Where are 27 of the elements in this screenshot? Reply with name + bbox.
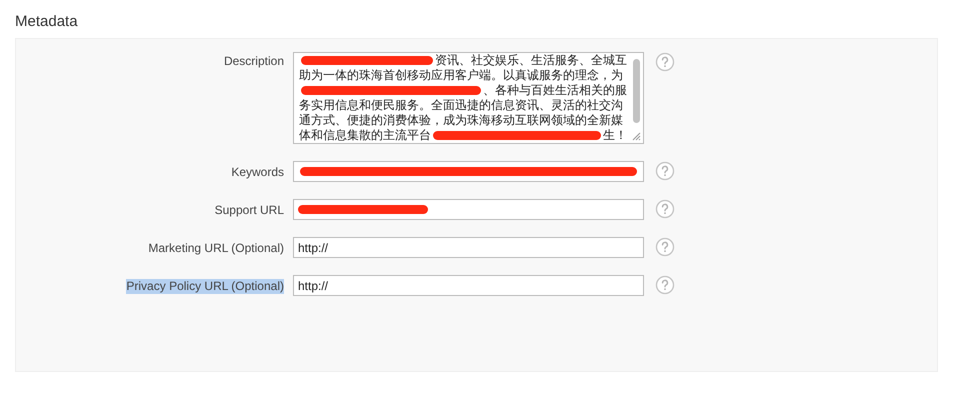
text-field[interactable]: http://	[293, 275, 644, 296]
field-text: 资讯、社交娱乐、生活服务、全城互	[435, 53, 627, 68]
field-text: http://	[298, 240, 328, 256]
field-label: Marketing URL (Optional)	[148, 241, 284, 256]
help-icon[interactable]	[655, 52, 675, 72]
field-label: Privacy Policy URL (Optional)	[126, 279, 284, 294]
help-icon[interactable]	[655, 199, 675, 219]
field-label: Description	[224, 54, 284, 69]
field-text: 助为一体的珠海首创移动应用客户端。以真诚服务的理念，为	[299, 68, 623, 83]
field-text: 务实用信息和便民服务。全面迅捷的信息资讯、灵活的社交沟	[299, 98, 623, 113]
field-label: Support URL	[214, 203, 284, 218]
help-icon[interactable]	[655, 237, 675, 257]
section-title: Metadata	[15, 12, 79, 32]
description-textarea[interactable]: 资讯、社交娱乐、生活服务、全城互 助为一体的珠海首创移动应用客户端。以真诚服务的理念，为 、各种与百姓生活相关的服 务实用信息和便民服务。全面迅捷的信息资讯、灵活的社交沟 通方式、便捷的消费体验，成为珠海移动互联网领域的全新媒 体和信息集散的主流平台 生！	[293, 52, 644, 144]
field-text: 、各种与百姓生活相关的服	[483, 83, 627, 98]
field-text: http://	[298, 278, 328, 294]
field-label: Keywords	[231, 165, 284, 180]
text-field[interactable]	[293, 199, 644, 220]
field-text: 体和信息集散的主流平台	[299, 128, 431, 143]
scrollbar-thumb[interactable]	[633, 59, 640, 123]
resize-handle-icon[interactable]	[632, 132, 641, 141]
field-text: 生！	[603, 128, 627, 143]
text-field[interactable]	[293, 161, 644, 182]
help-icon[interactable]	[655, 275, 675, 295]
field-text: 通方式、便捷的消费体验，成为珠海移动互联网领域的全新媒	[299, 113, 623, 128]
text-field[interactable]: http://	[293, 237, 644, 258]
help-icon[interactable]	[655, 161, 675, 181]
